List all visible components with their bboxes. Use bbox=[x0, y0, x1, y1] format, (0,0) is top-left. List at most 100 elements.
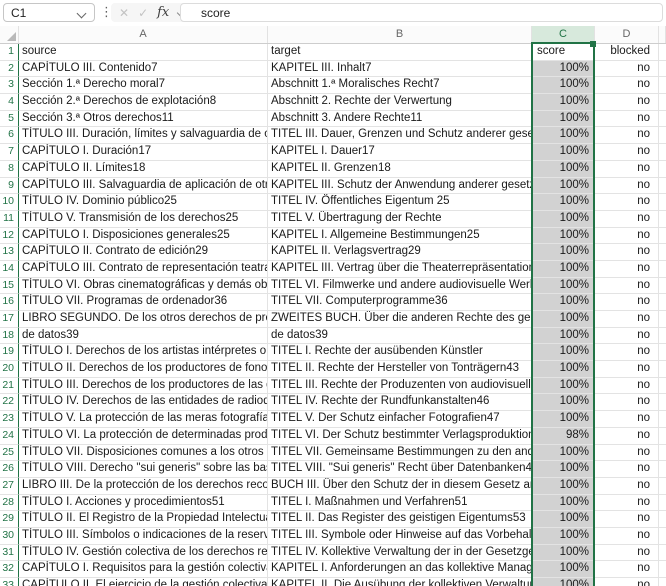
cell-empty[interactable] bbox=[659, 561, 666, 578]
row-number[interactable]: 30 bbox=[0, 527, 19, 545]
cell-score[interactable]: 100% bbox=[532, 377, 595, 395]
cell-blocked[interactable]: no bbox=[595, 127, 659, 145]
cell-empty[interactable] bbox=[659, 477, 666, 495]
cell-blocked[interactable]: no bbox=[595, 427, 659, 445]
cell-target[interactable]: target bbox=[268, 44, 532, 61]
cell-target[interactable]: KAPITEL II. Die Ausübung der kollektiven… bbox=[268, 578, 532, 586]
cell-score[interactable]: 100% bbox=[532, 494, 595, 512]
cell-score[interactable]: 100% bbox=[532, 294, 595, 311]
cell-source[interactable]: CAPÍTULO I. Requisitos para la gestión c… bbox=[19, 561, 268, 578]
cell-source[interactable]: TÍTULO III. Derechos de los productores … bbox=[19, 377, 268, 395]
cell-empty[interactable] bbox=[659, 94, 666, 111]
cell-target[interactable]: BUCH III. Über den Schutz der in diesem … bbox=[268, 477, 532, 495]
row-number[interactable]: 33 bbox=[0, 578, 19, 586]
cell-blocked[interactable]: no bbox=[595, 194, 659, 211]
cell-source[interactable]: TÍTULO VIII. Derecho "sui generis" sobre… bbox=[19, 461, 268, 478]
row-number[interactable]: 27 bbox=[0, 477, 19, 495]
cell-score[interactable]: 100% bbox=[532, 477, 595, 495]
row-number[interactable]: 16 bbox=[0, 294, 19, 311]
cell-target[interactable]: TITEL VI. Filmwerke und andere audiovisu… bbox=[268, 277, 532, 295]
cell-empty[interactable] bbox=[659, 461, 666, 478]
row-number[interactable]: 25 bbox=[0, 444, 19, 462]
cell-blocked[interactable]: no bbox=[595, 544, 659, 562]
row-number[interactable]: 3 bbox=[0, 77, 19, 95]
row-number[interactable]: 1 bbox=[0, 44, 19, 61]
cell-target[interactable]: KAPITEL II. Grenzen18 bbox=[268, 160, 532, 178]
cell-score[interactable]: 100% bbox=[532, 60, 595, 78]
cell-source[interactable]: Sección 2.ª Derechos de explotación8 bbox=[19, 94, 268, 111]
cell-score[interactable]: 100% bbox=[532, 160, 595, 178]
cell-score[interactable]: 100% bbox=[532, 327, 595, 345]
cell-blocked[interactable]: no bbox=[595, 110, 659, 128]
column-header-a[interactable]: A bbox=[19, 26, 268, 43]
cell-blocked[interactable]: no bbox=[595, 277, 659, 295]
column-header-e-partial[interactable] bbox=[659, 26, 666, 43]
cell-source[interactable]: Sección 1.ª Derecho moral7 bbox=[19, 77, 268, 95]
cell-blocked[interactable]: no bbox=[595, 377, 659, 395]
cell-blocked[interactable]: no bbox=[595, 561, 659, 578]
cell-score[interactable]: 100% bbox=[532, 277, 595, 295]
cell-empty[interactable] bbox=[659, 77, 666, 95]
cell-empty[interactable] bbox=[659, 210, 666, 228]
cell-target[interactable]: TITEL VI. Der Schutz bestimmter Verlagsp… bbox=[268, 427, 532, 445]
active-cell-score[interactable]: score bbox=[532, 44, 595, 61]
cell-source[interactable]: TÍTULO III. Duración, límites y salvagua… bbox=[19, 127, 268, 145]
row-number[interactable]: 21 bbox=[0, 377, 19, 395]
cell-empty[interactable] bbox=[659, 244, 666, 261]
cell-empty[interactable] bbox=[659, 544, 666, 562]
cell-score[interactable]: 100% bbox=[532, 344, 595, 362]
cell-empty[interactable] bbox=[659, 44, 666, 61]
cancel-icon[interactable]: ✕ bbox=[119, 6, 129, 20]
cell-score[interactable]: 100% bbox=[532, 544, 595, 562]
cell-empty[interactable] bbox=[659, 227, 666, 245]
cell-score[interactable]: 100% bbox=[532, 127, 595, 145]
cell-score[interactable]: 100% bbox=[532, 311, 595, 328]
cell-source[interactable]: TÍTULO VI. Obras cinematográficas y demá… bbox=[19, 277, 268, 295]
cell-empty[interactable] bbox=[659, 277, 666, 295]
row-number[interactable]: 7 bbox=[0, 144, 19, 161]
fx-icon[interactable]: fx bbox=[157, 5, 169, 20]
cell-blocked[interactable]: no bbox=[595, 444, 659, 462]
name-box[interactable]: C1 bbox=[3, 3, 95, 22]
row-number[interactable]: 32 bbox=[0, 561, 19, 578]
cell-score[interactable]: 100% bbox=[532, 177, 595, 195]
row-number[interactable]: 2 bbox=[0, 60, 19, 78]
row-number[interactable]: 23 bbox=[0, 411, 19, 428]
cell-source[interactable]: TÍTULO VII. Programas de ordenador36 bbox=[19, 294, 268, 311]
cell-target[interactable]: TITEL II. Das Register des geistigen Eig… bbox=[268, 511, 532, 528]
cell-score[interactable]: 100% bbox=[532, 227, 595, 245]
cell-blocked[interactable]: no bbox=[595, 77, 659, 95]
cell-score[interactable]: 100% bbox=[532, 244, 595, 261]
cell-score[interactable]: 100% bbox=[532, 110, 595, 128]
cell-source[interactable]: CAPÍTULO II. El ejercicio de la gestión … bbox=[19, 578, 268, 586]
row-number[interactable]: 19 bbox=[0, 344, 19, 362]
row-number[interactable]: 5 bbox=[0, 110, 19, 128]
cell-target[interactable]: TITEL V. Der Schutz einfacher Fotografie… bbox=[268, 411, 532, 428]
cell-blocked[interactable]: no bbox=[595, 177, 659, 195]
cell-empty[interactable] bbox=[659, 411, 666, 428]
row-number[interactable]: 26 bbox=[0, 461, 19, 478]
row-number[interactable]: 29 bbox=[0, 511, 19, 528]
cell-score[interactable]: 100% bbox=[532, 578, 595, 586]
cell-source[interactable]: TÍTULO I. Acciones y procedimientos51 bbox=[19, 494, 268, 512]
cell-source[interactable]: source bbox=[19, 44, 268, 61]
cell-empty[interactable] bbox=[659, 144, 666, 161]
row-number[interactable]: 31 bbox=[0, 544, 19, 562]
row-number[interactable]: 11 bbox=[0, 210, 19, 228]
cell-source[interactable]: Sección 3.ª Otros derechos11 bbox=[19, 110, 268, 128]
cell-blocked[interactable]: no bbox=[595, 210, 659, 228]
cell-source[interactable]: TÍTULO VII. Disposiciones comunes a los … bbox=[19, 444, 268, 462]
cell-score[interactable]: 100% bbox=[532, 77, 595, 95]
cell-target[interactable]: TITEL III. Rechte der Produzenten von au… bbox=[268, 377, 532, 395]
cell-empty[interactable] bbox=[659, 327, 666, 345]
row-number[interactable]: 28 bbox=[0, 494, 19, 512]
cell-score[interactable]: 100% bbox=[532, 210, 595, 228]
cell-target[interactable]: KAPITEL III. Vertrag über die Theaterrep… bbox=[268, 260, 532, 278]
row-number[interactable]: 12 bbox=[0, 227, 19, 245]
cell-empty[interactable] bbox=[659, 427, 666, 445]
cell-blocked[interactable]: no bbox=[595, 578, 659, 586]
cell-target[interactable]: TITEL VIII. "Sui generis" Recht über Dat… bbox=[268, 461, 532, 478]
cell-source[interactable]: CAPÍTULO II. Límites18 bbox=[19, 160, 268, 178]
cell-blocked[interactable]: no bbox=[595, 461, 659, 478]
cell-empty[interactable] bbox=[659, 60, 666, 78]
